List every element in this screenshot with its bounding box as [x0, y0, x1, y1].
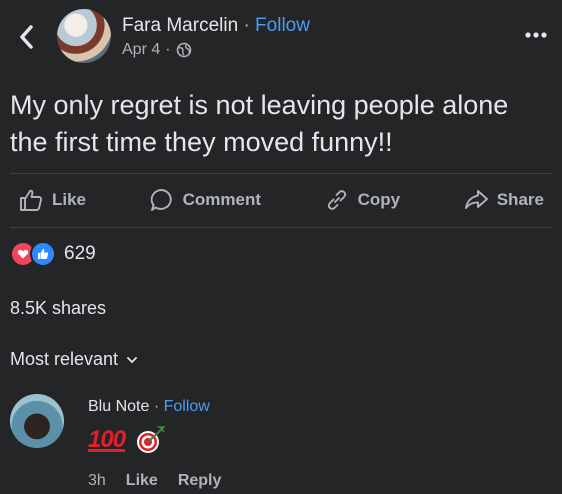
post-meta: Apr 4 ·	[122, 41, 192, 59]
divider	[10, 173, 552, 174]
comment-content: 100	[88, 425, 167, 455]
like-reaction-icon	[30, 241, 56, 267]
thumbs-up-icon	[20, 189, 43, 211]
reactions-summary[interactable]: 629	[10, 241, 96, 267]
author-name[interactable]: Fara Marcelin	[122, 15, 238, 36]
copy-label: Copy	[357, 190, 401, 209]
post-text: My only regret is not leaving people alo…	[10, 90, 509, 157]
comment-label: Comment	[182, 190, 262, 209]
post-date[interactable]: Apr 4	[122, 41, 160, 59]
like-button[interactable]: Like	[10, 187, 94, 213]
commenter-follow-button[interactable]: Follow	[164, 398, 210, 415]
chevron-down-icon	[127, 356, 137, 363]
comment-header: Blu Note · Follow	[88, 398, 210, 416]
more-dots-icon	[525, 32, 547, 38]
back-button[interactable]	[14, 22, 40, 52]
shares-count[interactable]: 8.5K shares	[10, 298, 106, 319]
action-bar: Like Comment Copy Share	[10, 183, 552, 217]
separator: ·	[243, 15, 250, 36]
globe-icon	[176, 42, 191, 58]
meta-separator: ·	[165, 41, 171, 58]
share-button[interactable]: Share	[455, 187, 552, 213]
sort-label: Most relevant	[10, 349, 119, 369]
comment-footer: 3h Like Reply	[88, 472, 221, 490]
link-icon	[327, 190, 346, 210]
comment-button[interactable]: Comment	[141, 187, 269, 213]
share-label: Share	[496, 190, 544, 209]
post-header: Fara Marcelin · Follow	[122, 15, 310, 37]
like-label: Like	[52, 190, 87, 209]
comment-time[interactable]: 3h	[88, 472, 106, 490]
share-arrow-icon	[464, 190, 488, 209]
hundred-points-emoji: 100	[88, 426, 126, 453]
direct-hit-emoji	[137, 426, 166, 453]
copy-link-button[interactable]: Copy	[316, 187, 409, 213]
more-options-button[interactable]	[523, 26, 549, 44]
follow-button[interactable]: Follow	[255, 15, 310, 36]
divider	[10, 227, 552, 228]
commenter-avatar[interactable]	[10, 394, 64, 448]
comment-reply-button[interactable]: Reply	[178, 472, 222, 490]
commenter-name[interactable]: Blu Note	[88, 398, 149, 415]
comment-sort-dropdown[interactable]: Most relevant	[10, 349, 138, 370]
separator: ·	[153, 398, 160, 415]
comment-icon	[150, 189, 172, 211]
reaction-count: 629	[64, 243, 96, 264]
author-avatar[interactable]	[57, 9, 111, 63]
chevron-left-icon	[20, 25, 33, 49]
comment-like-button[interactable]: Like	[126, 472, 158, 490]
